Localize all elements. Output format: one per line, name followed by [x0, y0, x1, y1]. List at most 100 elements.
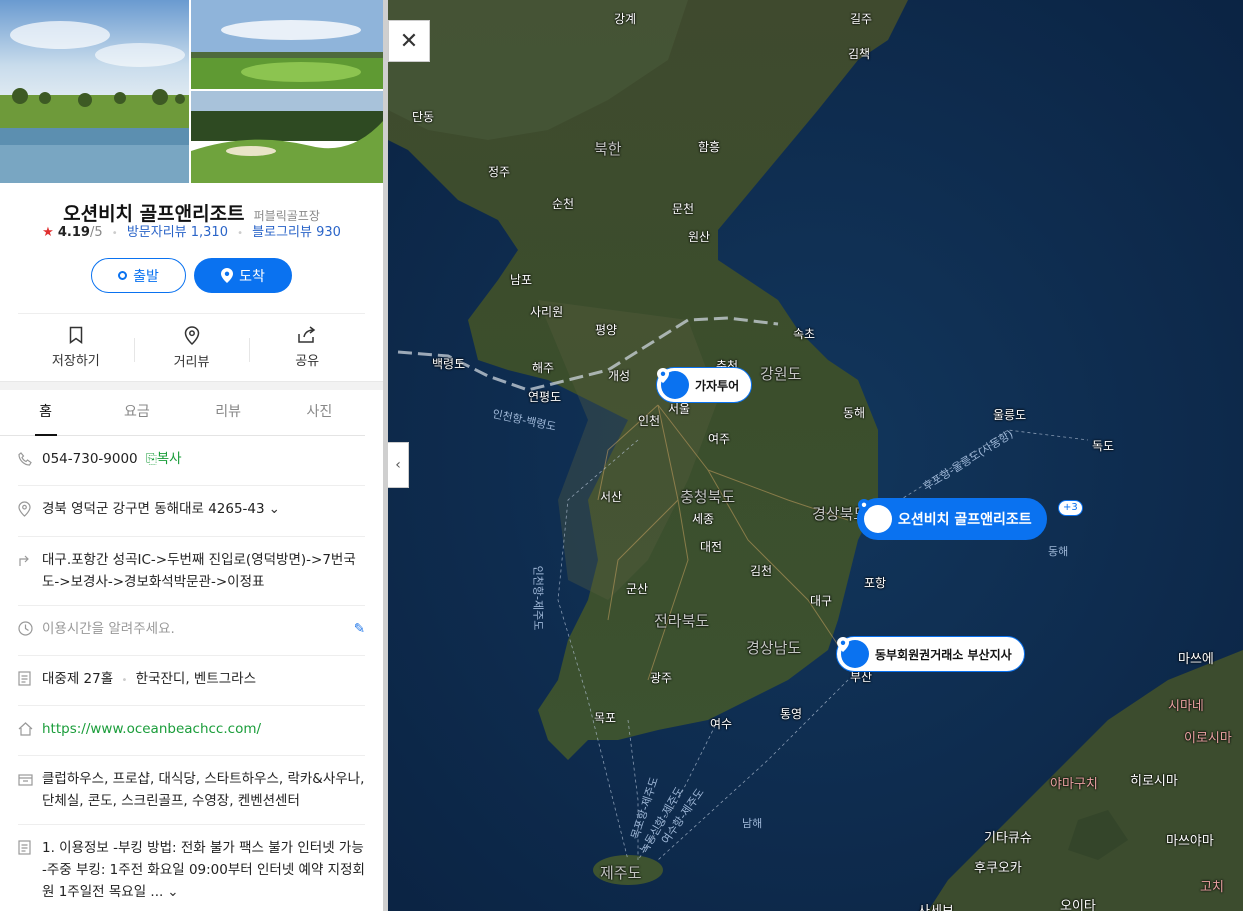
action-bar: 저장하기 거리뷰 공유 — [18, 313, 365, 381]
map-label: 개성 — [608, 369, 631, 383]
share-icon — [298, 326, 316, 343]
map-label: 히로시마 — [1130, 774, 1178, 789]
copy-button[interactable]: ⎘복사 — [146, 451, 182, 467]
map-label: 원산 — [688, 230, 711, 244]
map-label: 기타큐슈 — [984, 831, 1032, 846]
photo-main[interactable] — [0, 0, 189, 183]
arrive-button[interactable]: 도착 — [194, 258, 292, 293]
chevron-down-icon[interactable]: ⌄ — [269, 501, 280, 517]
pin-label: 가자투어 — [695, 378, 740, 393]
photo-fairway[interactable] — [191, 0, 383, 89]
save-label: 저장하기 — [51, 354, 100, 369]
map-label: 마쓰에 — [1178, 652, 1214, 667]
map-label: 야마구치 — [1050, 777, 1098, 792]
tab-price[interactable]: 요금 — [91, 390, 182, 435]
map-label: 사세보 — [918, 900, 954, 911]
map-label: 남포 — [510, 273, 533, 287]
satellite-map[interactable]: 강계 길주 김책 단동 북한 함흥 정주 순천 문천 원산 남포 사리원 평양 … — [388, 0, 1243, 911]
chevron-left-icon: ‹ — [395, 457, 401, 473]
address-text: 경북 영덕군 강구면 동해대로 4265-43 — [42, 501, 265, 517]
website-link[interactable]: https://www.oceanbeachcc.com/ — [42, 721, 261, 737]
document-icon — [18, 668, 42, 693]
map-label: 연평도 — [528, 390, 562, 404]
map-label: 김책 — [848, 47, 871, 61]
place-panel: 오션비치 골프앤리조트 퍼블릭골프장 ★ 4.19/5 • 방문자리뷰 1,31… — [0, 0, 383, 911]
arrive-label: 도착 — [239, 268, 265, 285]
info-notice-row[interactable]: 1. 이용정보 -부킹 방법: 전화 불가 팩스 불가 인터넷 가능 -주중 부… — [18, 825, 365, 911]
place-detail-app: 오션비치 골프앤리조트 퍼블릭골프장 ★ 4.19/5 • 방문자리뷰 1,31… — [0, 0, 1243, 911]
map-label: 단동 — [412, 110, 435, 124]
map-label: 후쿠오카 — [974, 861, 1022, 876]
directions-text: 대구.포항간 성곡IC->두번째 진입로(영덕방면)->7번국도->보경사->경… — [42, 552, 356, 590]
info-website-row: https://www.oceanbeachcc.com/ — [18, 706, 365, 756]
map-label: 길주 — [850, 12, 873, 26]
close-button[interactable]: ✕ — [388, 20, 430, 62]
map-label: 대구 — [810, 594, 833, 608]
tab-review[interactable]: 리뷰 — [183, 390, 274, 435]
map-label: 해주 — [532, 361, 555, 375]
info-hours-row[interactable]: 이용시간을 알려주세요. ✎ — [18, 606, 365, 656]
pin-cluster-count[interactable]: +3 — [1058, 500, 1083, 516]
map-label: 사리원 — [530, 305, 564, 319]
course-grass: 한국잔디, 벤트그라스 — [135, 671, 257, 687]
tab-home[interactable]: 홈 — [0, 390, 91, 435]
start-button[interactable]: 출발 — [91, 258, 186, 293]
map-label: 시마네 — [1168, 699, 1204, 714]
map-pin-ocean-beach[interactable]: 오션비치 골프앤리조트 — [857, 498, 1047, 540]
edit-pencil-icon[interactable]: ✎ — [354, 618, 365, 640]
photo-gallery — [0, 0, 383, 183]
map-label: 이로시마 — [1184, 731, 1232, 746]
pin-label: 동부회원권거래소 부산지사 — [875, 647, 1012, 662]
pin-icon — [858, 499, 892, 533]
review-stats: ★ 4.19/5 • 방문자리뷰 1,310 • 블로그리뷰 930 — [0, 221, 383, 241]
visitor-review-link[interactable]: 방문자리뷰 1,310 — [127, 225, 228, 240]
map-label: 광주 — [650, 671, 673, 685]
share-button[interactable]: 공유 — [249, 326, 365, 369]
separator-dot: • — [121, 675, 128, 686]
tab-bar: 홈 요금 리뷰 사진 — [0, 390, 365, 436]
map-label: 정주 — [488, 165, 511, 179]
map-label: 백령도 — [432, 357, 466, 371]
course-holes: 대중제 27홀 — [42, 671, 114, 687]
map-label: 순천 — [552, 197, 575, 211]
map-label: 여주 — [708, 432, 731, 446]
map-label: 군산 — [626, 582, 649, 596]
map-label: 함흥 — [698, 140, 721, 154]
map-label: 문천 — [672, 202, 695, 216]
directions-icon — [18, 549, 42, 593]
map-pin-dongbu-busan[interactable]: 동부회원권거래소 부산지사 — [836, 636, 1025, 672]
map-label: 동해 — [1048, 545, 1069, 558]
map-label: 독도 — [1092, 439, 1115, 453]
map-label: 포항 — [864, 576, 887, 590]
info-address-row[interactable]: 경북 영덕군 강구면 동해대로 4265-43 ⌄ — [18, 486, 365, 537]
collapse-panel-button[interactable]: ‹ — [388, 442, 409, 488]
phone-number: 054-730-9000 — [42, 451, 138, 467]
notice-text: 1. 이용정보 -부킹 방법: 전화 불가 팩스 불가 인터넷 가능 -주중 부… — [42, 840, 365, 900]
map-label: 강계 — [614, 12, 637, 26]
map-terrain — [388, 0, 1243, 911]
map-label: 통영 — [780, 707, 803, 721]
map-label: 남해 — [742, 817, 763, 830]
chevron-down-icon[interactable]: ⌄ — [167, 884, 178, 900]
map-label: 경상남도 — [746, 639, 802, 657]
section-divider — [0, 381, 383, 390]
info-phone-row: 054-730-9000 ⎘복사 — [18, 436, 365, 486]
map-label: 마쓰야마 — [1166, 834, 1214, 849]
map-label: 동해 — [843, 406, 866, 420]
map-label: 고치 — [1200, 880, 1224, 895]
blog-review-link[interactable]: 블로그리뷰 930 — [252, 225, 341, 240]
rating-value: 4.19 — [57, 225, 90, 240]
map-pin-gaja-tour[interactable]: 가자투어 — [656, 367, 753, 403]
home-icon — [18, 718, 42, 743]
info-facilities-row: 클럽하우스, 프로샵, 대식당, 스타트하우스, 락카&사우나, 단체실, 콘도… — [18, 756, 365, 825]
save-button[interactable]: 저장하기 — [18, 326, 134, 369]
building-icon — [18, 768, 42, 812]
street-view-button[interactable]: 거리뷰 — [133, 325, 250, 370]
photo-course[interactable] — [191, 91, 383, 183]
pin-icon — [221, 268, 234, 283]
map-label: 목포 — [594, 711, 617, 725]
map-label: 세종 — [692, 512, 715, 526]
map-label: 인천 — [638, 414, 661, 428]
tab-photo[interactable]: 사진 — [274, 390, 365, 435]
phone-icon — [18, 448, 42, 473]
